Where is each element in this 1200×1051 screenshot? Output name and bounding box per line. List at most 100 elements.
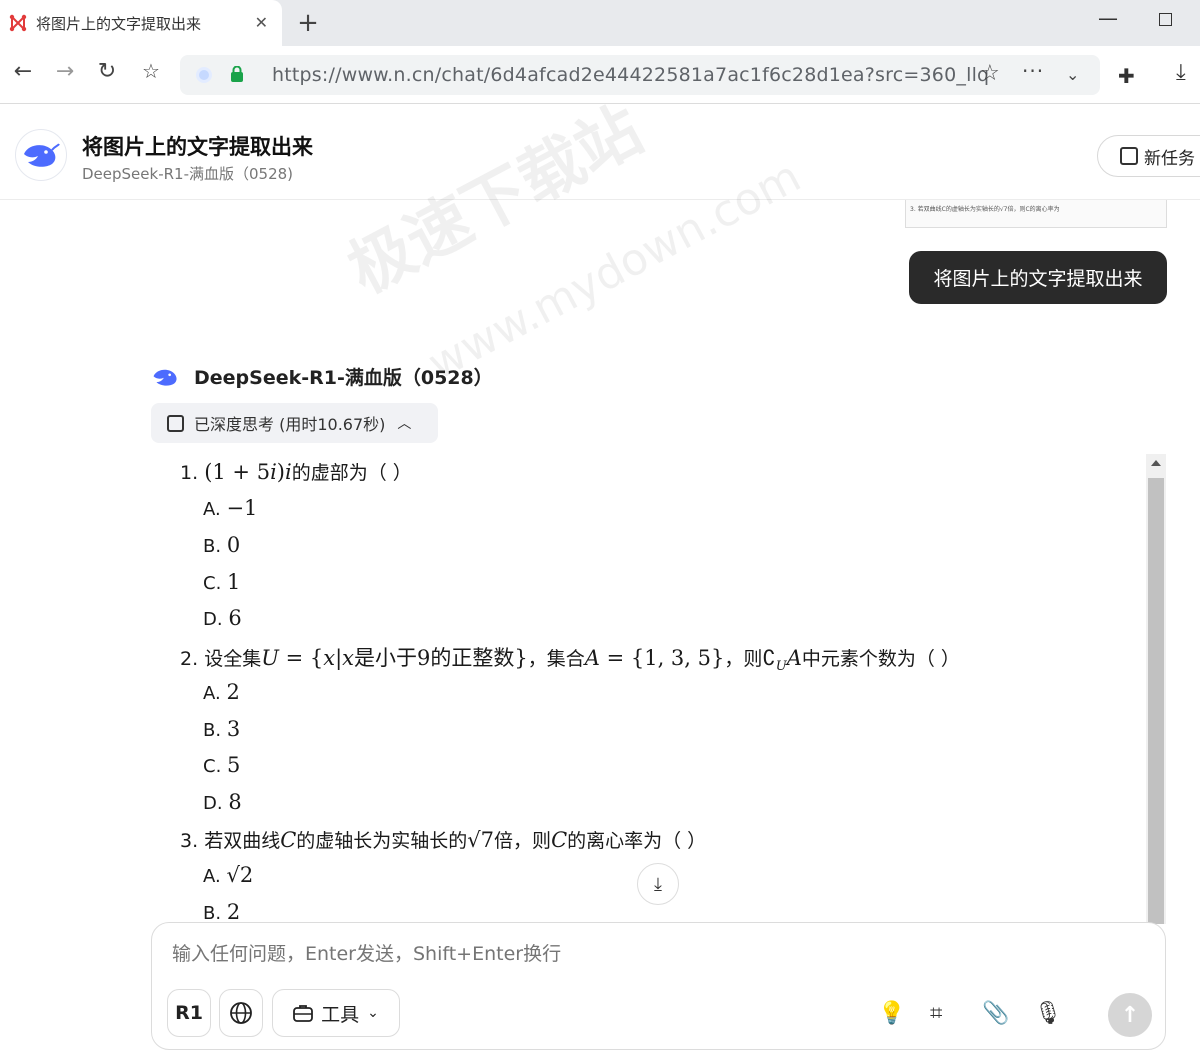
question-text: 的虚轴长为实轴长的 xyxy=(296,830,468,852)
url-text[interactable]: https://www.n.cn/chat/6d4afcad2e44422581… xyxy=(272,64,989,86)
globe-icon xyxy=(230,1002,252,1024)
math-var: C xyxy=(551,828,568,852)
option-label: A. xyxy=(203,499,221,520)
math-paren: ) xyxy=(276,460,285,484)
chevron-down-icon[interactable]: ⌄ xyxy=(1066,65,1079,84)
math-var: i xyxy=(270,460,277,484)
chevron-down-icon: ⌄ xyxy=(367,1005,379,1021)
bookmark-star-icon[interactable]: ☆ xyxy=(980,61,1000,86)
tools-dropdown-button[interactable]: 工具 ⌄ xyxy=(272,989,400,1037)
math-var: C xyxy=(280,828,297,852)
option-label: D. xyxy=(203,793,223,814)
send-button[interactable]: ↑ xyxy=(1108,993,1152,1037)
window-minimize-icon[interactable]: — xyxy=(1098,6,1118,30)
tab-close-icon[interactable]: ✕ xyxy=(255,13,268,32)
bot-name: DeepSeek-R1-满血版（0528） xyxy=(194,367,493,389)
option-label: A. xyxy=(203,866,221,887)
site-favicon-icon xyxy=(9,14,27,32)
question-number: 1. xyxy=(180,462,199,484)
option-value: 5 xyxy=(227,753,241,777)
option-q3-a: A. √2 xyxy=(203,863,253,887)
question-text: ，集合 xyxy=(527,648,585,670)
math-expr: √7 xyxy=(467,828,495,852)
forward-arrow-icon[interactable]: → xyxy=(52,59,78,84)
web-search-button[interactable] xyxy=(219,989,263,1037)
option-q2-c: C. 5 xyxy=(203,753,240,777)
math-var: x xyxy=(342,646,354,670)
lightbulb-plus-icon[interactable]: 💡 xyxy=(878,1001,905,1026)
option-q2-b: B. 3 xyxy=(203,717,240,741)
crop-icon[interactable]: ⌗ xyxy=(930,1001,942,1026)
question-text: 的离心率为（ ） xyxy=(567,830,707,852)
address-bar[interactable]: https://www.n.cn/chat/6d4afcad2e44422581… xyxy=(180,55,1100,95)
option-label: C. xyxy=(203,756,222,777)
model-subtitle: DeepSeek-R1-满血版（0528) xyxy=(82,165,294,183)
user-message-text: 将图片上的文字提取出来 xyxy=(933,268,1143,290)
uploaded-image-thumbnail[interactable]: 3. 若双曲线C的虚轴长为实轴长的√7倍，则C的离心率为 xyxy=(905,200,1167,228)
user-message-bubble: 将图片上的文字提取出来 xyxy=(909,251,1167,304)
thinking-icon xyxy=(167,414,184,432)
bot-header: DeepSeek-R1-满血版（0528） xyxy=(152,363,493,390)
option-q1-d: D. 6 xyxy=(203,606,242,630)
math-expr: = { xyxy=(278,646,324,670)
math-var: x xyxy=(323,646,336,670)
option-q1-b: B. 0 xyxy=(203,533,240,557)
option-label: C. xyxy=(203,573,222,594)
arrow-up-icon: ↑ xyxy=(1120,1002,1140,1028)
option-q2-a: A. 2 xyxy=(203,680,240,704)
option-value: √2 xyxy=(226,863,254,887)
math-var: U xyxy=(261,646,279,670)
chevron-up-icon: ︿ xyxy=(397,416,412,432)
question-text: 若双曲线 xyxy=(204,830,281,852)
math-expr: = {1, 3, 5} xyxy=(599,646,725,670)
r1-toggle-button[interactable]: R1 xyxy=(167,989,211,1037)
scroll-to-bottom-button[interactable]: ⤓ xyxy=(637,863,679,905)
paperclip-icon[interactable]: 📎 xyxy=(982,1001,1009,1026)
answer-content: 1. (1 + 5i)i的虚部为（ ） A. −1 B. 0 C. 1 D. 6… xyxy=(180,454,1140,924)
window-maximize-icon[interactable] xyxy=(1159,13,1172,26)
browser-tab[interactable]: 将图片上的文字提取出来 ✕ xyxy=(0,0,282,46)
option-value: 2 xyxy=(226,900,241,924)
option-q3-b: B. 2 xyxy=(203,900,240,924)
option-q1-a: A. −1 xyxy=(203,496,257,520)
new-task-label: 新任务 xyxy=(1144,148,1195,169)
question-2: 2. 设全集U = {x|x是小于9的正整数}，集合A = {1, 3, 5}，… xyxy=(180,642,960,674)
new-tab-button[interactable]: + xyxy=(296,8,320,38)
option-label: B. xyxy=(203,903,222,924)
question-text: 的虚部为（ ） xyxy=(291,462,412,484)
lock-icon xyxy=(231,66,243,82)
question-text: ，则 xyxy=(724,648,763,670)
option-value: 2 xyxy=(226,680,240,704)
option-q2-d: D. 8 xyxy=(203,790,242,814)
back-arrow-icon[interactable]: ← xyxy=(10,59,36,84)
option-value: −1 xyxy=(226,496,258,520)
message-input[interactable] xyxy=(172,943,972,965)
thinking-label: 已深度思考 (用时10.67秒) xyxy=(194,415,386,434)
reload-icon[interactable]: ↻ xyxy=(94,59,120,84)
new-task-button[interactable]: 新任务 xyxy=(1097,135,1200,177)
option-label: B. xyxy=(203,720,222,741)
favorites-icon[interactable]: ☆ xyxy=(138,59,164,83)
option-label: D. xyxy=(203,609,223,630)
scrollbar-thumb[interactable] xyxy=(1148,478,1164,924)
site-info-icon[interactable] xyxy=(196,67,212,83)
extensions-icon[interactable]: ✚ xyxy=(1118,64,1135,88)
math-expr: (1 + 5 xyxy=(204,460,271,484)
option-value: 0 xyxy=(226,533,241,557)
download-icon[interactable]: ⤓ xyxy=(1176,60,1186,85)
answer-scrollbar[interactable] xyxy=(1146,454,1166,924)
new-task-icon xyxy=(1120,147,1138,165)
question-1: 1. (1 + 5i)i的虚部为（ ） xyxy=(180,458,412,485)
scroll-up-arrow-icon[interactable] xyxy=(1151,460,1161,466)
option-value: 6 xyxy=(228,606,242,630)
microphone-icon[interactable]: 🎙 xyxy=(1034,1001,1062,1026)
question-text: 中元素个数为（ ） xyxy=(801,648,960,670)
math-var: U xyxy=(775,658,787,674)
thumbnail-text: 3. 若双曲线C的虚轴长为实轴长的√7倍，则C的离心率为 xyxy=(910,206,1060,213)
message-composer: R1 工具 ⌄ 💡 ⌗ 📎 🎙 ↑ xyxy=(151,922,1166,1050)
option-value: 1 xyxy=(227,570,241,594)
thinking-toggle[interactable]: 已深度思考 (用时10.67秒) ︿ xyxy=(151,403,438,443)
more-options-icon[interactable]: ··· xyxy=(1022,59,1044,83)
option-value: 8 xyxy=(228,790,242,814)
option-q1-c: C. 1 xyxy=(203,570,240,594)
